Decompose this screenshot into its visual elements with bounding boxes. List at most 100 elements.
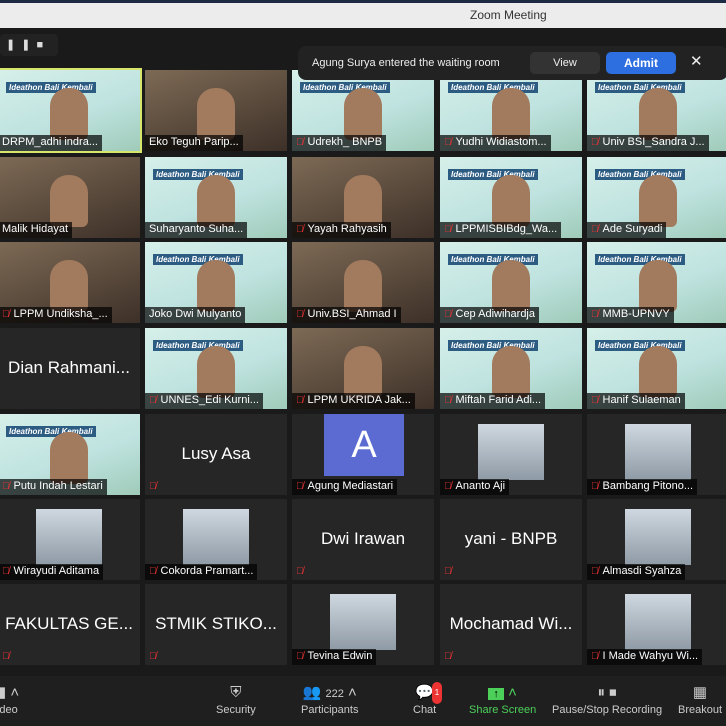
participant-video <box>639 88 677 140</box>
waiting-room-notification: Agung Surya entered the waiting room Vie… <box>298 46 726 80</box>
breakout-icon: ▦ <box>692 684 708 701</box>
share-screen-button[interactable]: ↑ ˄ Share Screen <box>469 682 536 716</box>
participant-tile[interactable]: 🎙̸ Cokorda Pramart... <box>145 499 287 580</box>
participant-tile[interactable]: Ideathon Bali Kembali 🎙̸ MMB-UPNVY <box>587 242 726 323</box>
participant-video <box>492 175 530 227</box>
participant-tile[interactable]: A 🎙̸ Agung Mediastari <box>292 414 434 495</box>
participant-name: Mochamad Wi... <box>449 614 573 633</box>
participant-tile[interactable]: Ideathon Bali Kembali 🎙̸ Hanif Sulaeman <box>587 328 726 409</box>
participant-tile[interactable]: STMIK STIKO... 🎙̸ <box>145 584 287 665</box>
participant-name: Wirayudi Aditama <box>13 565 100 577</box>
participant-video <box>197 88 235 140</box>
participant-tile[interactable]: 🎙̸ Ananto Aji <box>440 414 582 495</box>
name-label: Eko Teguh Parip... <box>145 135 243 151</box>
participants-button[interactable]: 👥 222 ˄ Participants <box>301 682 358 716</box>
participants-icon: 👥 222 ˄ <box>302 684 357 701</box>
muted-mic-icon: 🎙̸ <box>2 309 10 320</box>
participant-tile[interactable]: 🎙̸ Wirayudi Aditama <box>0 499 140 580</box>
name-label: 🎙̸ MMB-UPNVY <box>587 307 674 323</box>
muted-mic-icon: 🎙̸ <box>296 309 304 320</box>
participant-tile[interactable]: Malik Hidayat <box>0 157 140 238</box>
participant-tile[interactable]: 🎙̸ Tevina Edwin <box>292 584 434 665</box>
shield-icon: ⛨ <box>230 684 242 701</box>
muted-mic-icon: 🎙̸ <box>444 566 452 577</box>
participant-tile[interactable]: Lusy Asa 🎙̸ <box>145 414 287 495</box>
event-banner: Ideathon Bali Kembali <box>448 169 538 180</box>
participant-name: Univ BSI_Sandra J... <box>602 136 705 148</box>
video-button[interactable]: ▮ ˄ deo <box>0 682 19 716</box>
participant-name: MMB-UPNVY <box>602 308 670 320</box>
participant-tile[interactable]: Ideathon Bali Kembali 🎙̸ Yudhi Widiastom..… <box>440 70 582 151</box>
close-icon[interactable]: ✕ <box>690 52 703 70</box>
pause-recording-button[interactable]: ❚❚ <box>6 39 36 51</box>
participant-video <box>50 88 88 140</box>
participant-tile[interactable]: FAKULTAS GE... 🎙̸ <box>0 584 140 665</box>
share-screen-icon: ↑ ˄ <box>469 682 536 704</box>
profile-photo <box>625 594 691 650</box>
security-button[interactable]: ⛨ Security <box>216 682 256 716</box>
event-banner: Ideathon Bali Kembali <box>6 82 96 93</box>
participant-tile[interactable]: Ideathon Bali Kembali 🎙̸ UNNES_Edi Kurni..… <box>145 328 287 409</box>
recording-controls: ❚❚■ <box>0 34 58 56</box>
muted-mic-icon: 🎙̸ <box>591 651 599 662</box>
participant-name: Ade Suryadi <box>602 223 663 235</box>
participant-tile[interactable]: Ideathon Bali Kembali 🎙̸ Miftah Farid Adi.… <box>440 328 582 409</box>
participant-tile[interactable]: Dian Rahmani... <box>0 328 140 409</box>
event-banner: Ideathon Bali Kembali <box>595 82 685 93</box>
event-banner: Ideathon Bali Kembali <box>6 426 96 437</box>
participant-tile[interactable]: Ideathon Bali Kembali Joko Dwi Mulyanto <box>145 242 287 323</box>
view-button[interactable]: View <box>530 52 600 74</box>
participant-tile[interactable]: 🎙̸ Bambang Pitono... <box>587 414 726 495</box>
name-label: DRPM_adhi indra... <box>0 135 102 151</box>
participant-tile[interactable]: Ideathon Bali Kembali DRPM_adhi indra... <box>0 68 142 153</box>
chat-icon: 💬 1 <box>413 682 443 704</box>
profile-photo <box>625 509 691 565</box>
participant-tile[interactable]: 🎙̸ Univ.BSI_Ahmad I <box>292 242 434 323</box>
recording-icon: ⏸ ⏹ <box>597 684 617 701</box>
breakout-rooms-button[interactable]: ▦ Breakout <box>678 682 722 716</box>
participant-tile[interactable]: Mochamad Wi... 🎙̸ <box>440 584 582 665</box>
participant-tile[interactable]: 🎙̸ Almasdi Syahza <box>587 499 726 580</box>
name-label: 🎙̸ Almasdi Syahza <box>587 564 686 580</box>
chat-button[interactable]: 💬 1 Chat <box>413 682 443 716</box>
participant-name: Ananto Aji <box>455 480 506 492</box>
pause-stop-recording-button[interactable]: ⏸ ⏹ Pause/Stop Recording <box>552 682 662 716</box>
participant-tile[interactable]: 🎙̸ LPPM UKRIDA Jak... <box>292 328 434 409</box>
participant-video <box>492 88 530 140</box>
participant-video <box>344 175 382 227</box>
participant-name: Miftah Farid Adi... <box>455 394 542 406</box>
participant-name: Malik Hidayat <box>2 223 69 235</box>
event-banner: Ideathon Bali Kembali <box>153 340 243 351</box>
muted-mic-icon: 🎙̸ <box>296 395 304 406</box>
video-icon: ▮ ˄ <box>0 684 20 701</box>
participant-tile[interactable]: Ideathon Bali Kembali Suharyanto Suha... <box>145 157 287 238</box>
participant-name: Cep Adiwihardja <box>455 308 536 320</box>
event-banner: Ideathon Bali Kembali <box>153 169 243 180</box>
participant-tile[interactable]: Dwi Irawan 🎙̸ <box>292 499 434 580</box>
participant-tile[interactable]: 🎙̸ LPPM Undiksha_... <box>0 242 140 323</box>
participant-video <box>50 260 88 312</box>
participant-tile[interactable]: Ideathon Bali Kembali 🎙̸ Putu Indah Lestar… <box>0 414 140 495</box>
name-label: 🎙̸ Putu Indah Lestari <box>0 479 107 495</box>
admit-button[interactable]: Admit <box>606 52 676 74</box>
participant-name: Cokorda Pramart... <box>160 565 254 577</box>
muted-mic-icon: 🎙̸ <box>591 566 599 577</box>
muted-mic-icon: 🎙̸ <box>296 481 304 492</box>
participant-tile[interactable]: 🎙̸ I Made Wahyu Wi... <box>587 584 726 665</box>
participant-tile[interactable]: yani - BNPB 🎙̸ <box>440 499 582 580</box>
participant-video <box>639 260 677 312</box>
muted-mic-icon: 🎙̸ <box>444 224 452 235</box>
muted-mic-icon: 🎙̸ <box>296 137 304 148</box>
profile-photo <box>625 424 691 480</box>
participant-tile[interactable]: 🎙̸ Yayah Rahyasih <box>292 157 434 238</box>
stop-recording-button[interactable]: ■ <box>36 39 49 51</box>
participant-tile[interactable]: Eko Teguh Parip... <box>145 70 287 151</box>
muted-mic-icon: 🎙̸ <box>444 395 452 406</box>
participant-tile[interactable]: Ideathon Bali Kembali 🎙̸ Cep Adiwihardja <box>440 242 582 323</box>
participant-name: Dian Rahmani... <box>8 358 130 377</box>
participant-tile[interactable]: Ideathon Bali Kembali 🎙̸ Ade Suryadi <box>587 157 726 238</box>
participant-tile[interactable]: Ideathon Bali Kembali 🎙̸ LPPMISBIBdg_Wa... <box>440 157 582 238</box>
participant-name: Suharyanto Suha... <box>149 223 244 235</box>
participant-tile[interactable]: Ideathon Bali Kembali 🎙̸ Udrekh_ BNPB <box>292 70 434 151</box>
participant-tile[interactable]: Ideathon Bali Kembali 🎙̸ Univ BSI_Sandra J… <box>587 70 726 151</box>
